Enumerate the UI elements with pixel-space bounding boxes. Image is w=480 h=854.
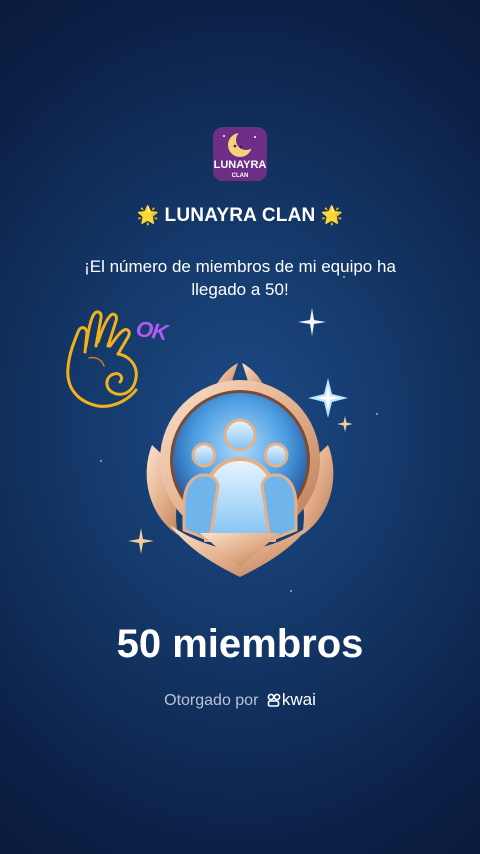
members-badge-icon: [146, 363, 334, 577]
member-count: 50 miembros: [116, 622, 364, 666]
ok-sticker-text: OK: [134, 315, 169, 346]
clan-logo: LUNAYRA CLAN: [213, 127, 267, 181]
logo-subtext: CLAN: [232, 173, 249, 179]
clan-name: LUNAYRA CLAN: [164, 205, 316, 226]
awarded-by: Otorgado por kwai: [0, 690, 480, 710]
star-dot: [376, 413, 378, 415]
sparkle-icon: [298, 308, 326, 336]
kwai-logo-icon: [267, 693, 281, 707]
star-icon: 🌟: [320, 205, 344, 225]
logo-text: LUNAYRA: [214, 159, 267, 171]
awarded-by-label: Otorgado por: [164, 692, 259, 709]
moon-icon: LUNAYRA CLAN: [213, 127, 267, 181]
star-dot: [290, 590, 292, 592]
star-icon: 🌟: [136, 205, 160, 225]
star-dot: [343, 276, 345, 278]
star-dot: [100, 460, 102, 462]
achievement-message: ¡El número de miembros de mi equipo ha l…: [84, 257, 396, 299]
brand-name: kwai: [281, 690, 316, 709]
clan-title: 🌟 LUNAYRA CLAN 🌟: [0, 205, 480, 227]
